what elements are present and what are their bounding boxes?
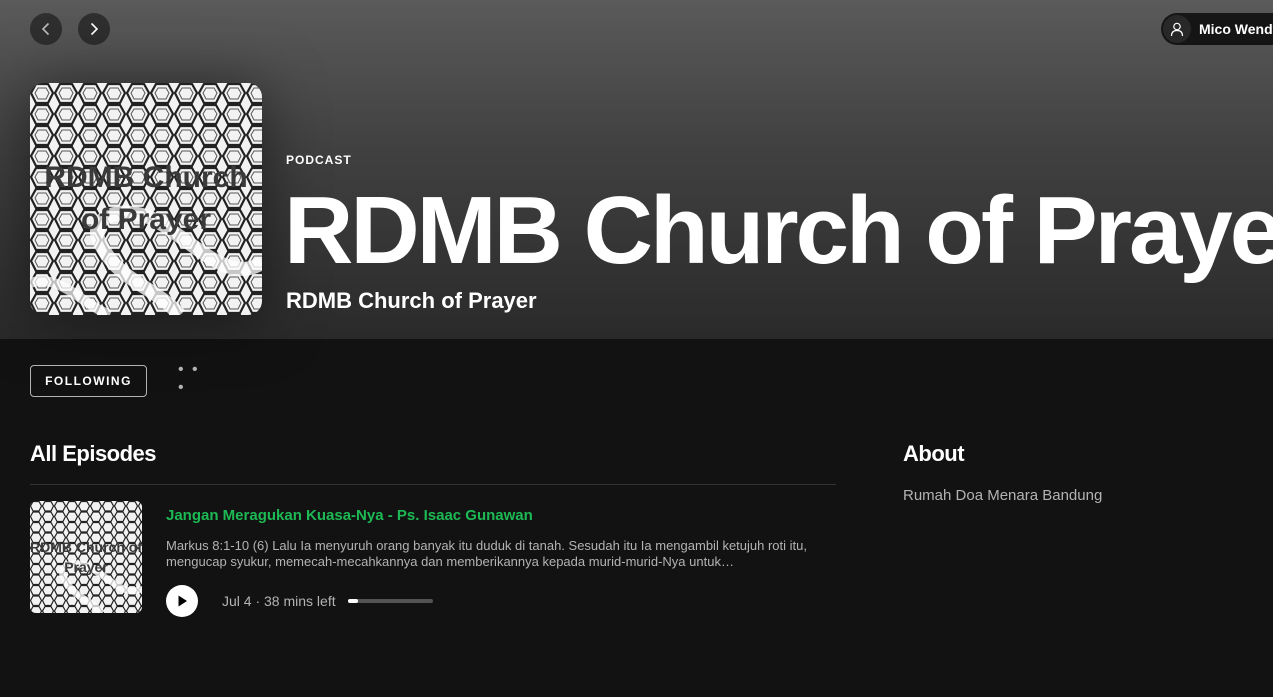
- publisher-name[interactable]: RDMB Church of Prayer: [286, 288, 537, 314]
- chevron-left-icon: [41, 22, 50, 36]
- forward-button[interactable]: [78, 13, 110, 45]
- content-type-label: PODCAST: [286, 153, 352, 167]
- user-name: Mico Wendy: [1199, 21, 1273, 37]
- episode-thumbnail[interactable]: RDMB Church of Prayer: [30, 501, 142, 613]
- about-heading: About: [903, 441, 965, 466]
- user-icon: [1163, 15, 1191, 43]
- episode-thumbnail-text: RDMB Church of Prayer: [30, 539, 142, 575]
- more-options-button[interactable]: • • •: [178, 361, 212, 396]
- episode-title[interactable]: Jangan Meragukan Kuasa-Nya - Ps. Isaac G…: [166, 507, 533, 524]
- following-button[interactable]: FOLLOWING: [30, 365, 147, 397]
- episode-progress-bar: [348, 599, 433, 603]
- chevron-right-icon: [90, 22, 99, 36]
- play-icon: [178, 595, 187, 607]
- page-title: RDMB Church of Prayer: [284, 177, 1273, 284]
- cover-title-text: RDMB Church of Prayer: [44, 161, 248, 236]
- episode-meta: Jul 4 · 38 mins left: [222, 593, 336, 609]
- back-button[interactable]: [30, 13, 62, 45]
- all-episodes-heading: All Episodes: [30, 441, 157, 466]
- episode-description: Markus 8:1-10 (6) Lalu Ia menyuruh orang…: [166, 538, 807, 569]
- divider: [30, 484, 836, 485]
- play-button[interactable]: [166, 585, 198, 617]
- podcast-cover-image: RDMB Church of Prayer: [30, 83, 262, 315]
- episode-progress-fill: [348, 599, 359, 603]
- about-text: Rumah Doa Menara Bandung: [903, 487, 1103, 504]
- user-menu-button[interactable]: Mico Wendy: [1161, 13, 1273, 45]
